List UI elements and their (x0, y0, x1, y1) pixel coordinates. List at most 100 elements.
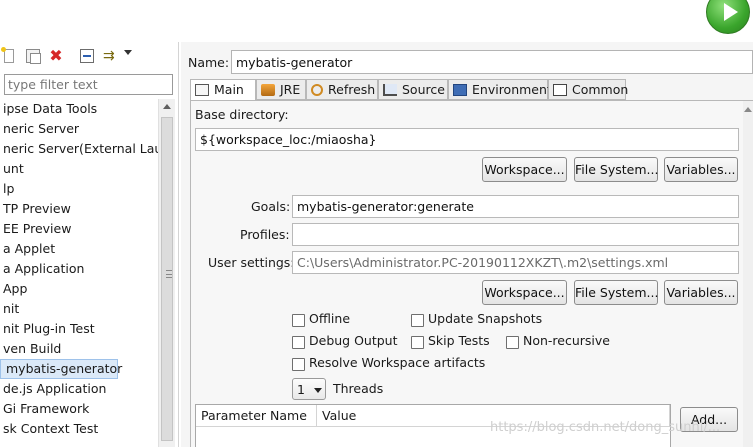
common-icon (553, 84, 567, 96)
user-settings-workspace-button[interactable]: Workspace... (482, 280, 567, 305)
config-editor-panel: Name: Main JRE Refresh Source Environmen… (181, 42, 753, 447)
jre-icon (261, 84, 275, 96)
variables-button[interactable]: Variables... (664, 157, 738, 182)
delete-icon[interactable]: ✖ (49, 48, 63, 64)
tree-item[interactable]: de.js Application (0, 379, 158, 399)
user-settings-label: User settings: (208, 255, 295, 270)
content-scrollbar[interactable] (743, 101, 753, 447)
resolve-workspace-checkbox[interactable] (292, 358, 305, 371)
tree-item[interactable]: ven Build (0, 339, 158, 359)
chevron-down-icon (314, 388, 322, 393)
update-snapshots-label: Update Snapshots (428, 311, 543, 326)
profiles-label: Profiles: (240, 227, 290, 242)
tree-item[interactable]: nit Plug-in Test (0, 319, 158, 339)
main-tab-icon (195, 84, 209, 96)
tab-label: Source (402, 82, 445, 97)
tab-label: Main (214, 82, 244, 97)
column-header-parameter-name[interactable]: Parameter Name (196, 405, 317, 427)
tree-item[interactable]: App (0, 279, 158, 299)
tree-item[interactable]: neric Server (0, 119, 158, 139)
tree-item[interactable]: TP Preview (0, 199, 158, 219)
tree-item-label: ipse Data Tools (3, 101, 98, 116)
tree-item[interactable]: neric Server(External Launc (0, 139, 158, 159)
launch-config-list-panel: ✖ ⇉ ipse Data Tools neric Server neric S… (0, 42, 179, 447)
collapse-all-icon[interactable] (80, 49, 94, 63)
user-settings-input[interactable] (292, 251, 739, 274)
skip-tests-label: Skip Tests (428, 333, 490, 348)
scroll-up-icon[interactable] (163, 104, 171, 109)
tree-item-label: ven Build (3, 341, 62, 356)
tree-scrollbar[interactable] (158, 99, 175, 447)
offline-checkbox[interactable] (292, 314, 305, 327)
tree-item-label: nit Plug-in Test (3, 321, 95, 336)
goals-label: Goals: (251, 199, 291, 214)
top-band (0, 0, 753, 40)
filter-input[interactable] (4, 74, 173, 95)
workspace-button[interactable]: Workspace... (482, 157, 567, 182)
name-label: Name: (188, 55, 230, 70)
duplicate-icon[interactable] (26, 49, 41, 64)
chevron-down-icon[interactable] (124, 50, 132, 55)
debug-output-label: Debug Output (309, 333, 398, 348)
tree-item[interactable]: lp (0, 179, 158, 199)
tree-item-label: de.js Application (3, 381, 107, 396)
tree-item[interactable]: Gi Framework (0, 399, 158, 419)
config-tabs: Main JRE Refresh Source Environment Comm… (190, 79, 753, 101)
tree-item[interactable]: a Application (0, 259, 158, 279)
tree-item-label: TP Preview (3, 201, 71, 216)
list-toolbar: ✖ ⇉ (0, 46, 179, 66)
profiles-input[interactable] (292, 223, 739, 246)
tab-jre[interactable]: JRE (256, 79, 306, 100)
tab-label: JRE (280, 82, 301, 97)
tab-main[interactable]: Main (190, 79, 256, 101)
tree-item-label: Gi Framework (3, 401, 90, 416)
name-input[interactable] (231, 50, 753, 74)
tree-item[interactable]: EE Preview (0, 219, 158, 239)
tree-item[interactable]: unt (0, 159, 158, 179)
tab-refresh[interactable]: Refresh (306, 79, 378, 100)
offline-label: Offline (309, 311, 351, 326)
tree-item-label: EE Preview (3, 221, 72, 236)
tree-item[interactable]: a Applet (0, 239, 158, 259)
tab-source[interactable]: Source (378, 79, 448, 100)
tab-environment[interactable]: Environment (448, 79, 552, 100)
tab-label: Environment (472, 82, 552, 97)
threads-select[interactable]: 1 (292, 378, 326, 400)
tree-item-label: nit (3, 301, 20, 316)
file-system-button[interactable]: File System... (574, 157, 658, 182)
threads-value: 1 (297, 382, 305, 397)
source-icon (383, 84, 397, 96)
base-directory-label: Base directory: (195, 107, 289, 122)
tree-item[interactable]: sk Context Test (0, 419, 158, 439)
tree-item-label: a Applet (3, 241, 56, 256)
scroll-thumb[interactable] (161, 117, 173, 441)
refresh-icon (311, 84, 323, 96)
update-snapshots-checkbox[interactable] (411, 314, 424, 327)
run-icon[interactable] (706, 0, 750, 34)
grip-icon (166, 270, 172, 278)
tab-label: Common (572, 82, 629, 97)
tree-item-label: mybatis-generator (6, 361, 123, 376)
resolve-workspace-label: Resolve Workspace artifacts (309, 355, 486, 370)
user-settings-file-system-button[interactable]: File System... (574, 280, 658, 305)
base-directory-input[interactable] (195, 128, 739, 151)
config-tree: ipse Data Tools neric Server neric Serve… (0, 99, 158, 447)
tree-item-label: lp (3, 181, 15, 196)
goals-input[interactable] (292, 195, 739, 218)
tree-item[interactable]: nit (0, 299, 158, 319)
watermark-text: https://blog.csdn.net/dong_sunhl/... (490, 420, 721, 435)
threads-label: Threads (333, 381, 384, 396)
tree-item-label: unt (3, 161, 24, 176)
skip-tests-checkbox[interactable] (411, 336, 424, 349)
non-recursive-checkbox[interactable] (506, 336, 519, 349)
tab-common[interactable]: Common (548, 79, 629, 100)
new-config-icon[interactable] (1, 47, 14, 63)
tree-item-label: neric Server(External Launc (3, 141, 158, 156)
tree-item[interactable]: ipse Data Tools (0, 99, 158, 119)
filter-icon[interactable]: ⇉ (103, 49, 117, 63)
non-recursive-label: Non-recursive (523, 333, 610, 348)
user-settings-variables-button[interactable]: Variables... (664, 280, 738, 305)
tree-item-selected[interactable]: mybatis-generator (0, 359, 158, 379)
tree-item-label: neric Server (3, 121, 80, 136)
debug-output-checkbox[interactable] (292, 336, 305, 349)
